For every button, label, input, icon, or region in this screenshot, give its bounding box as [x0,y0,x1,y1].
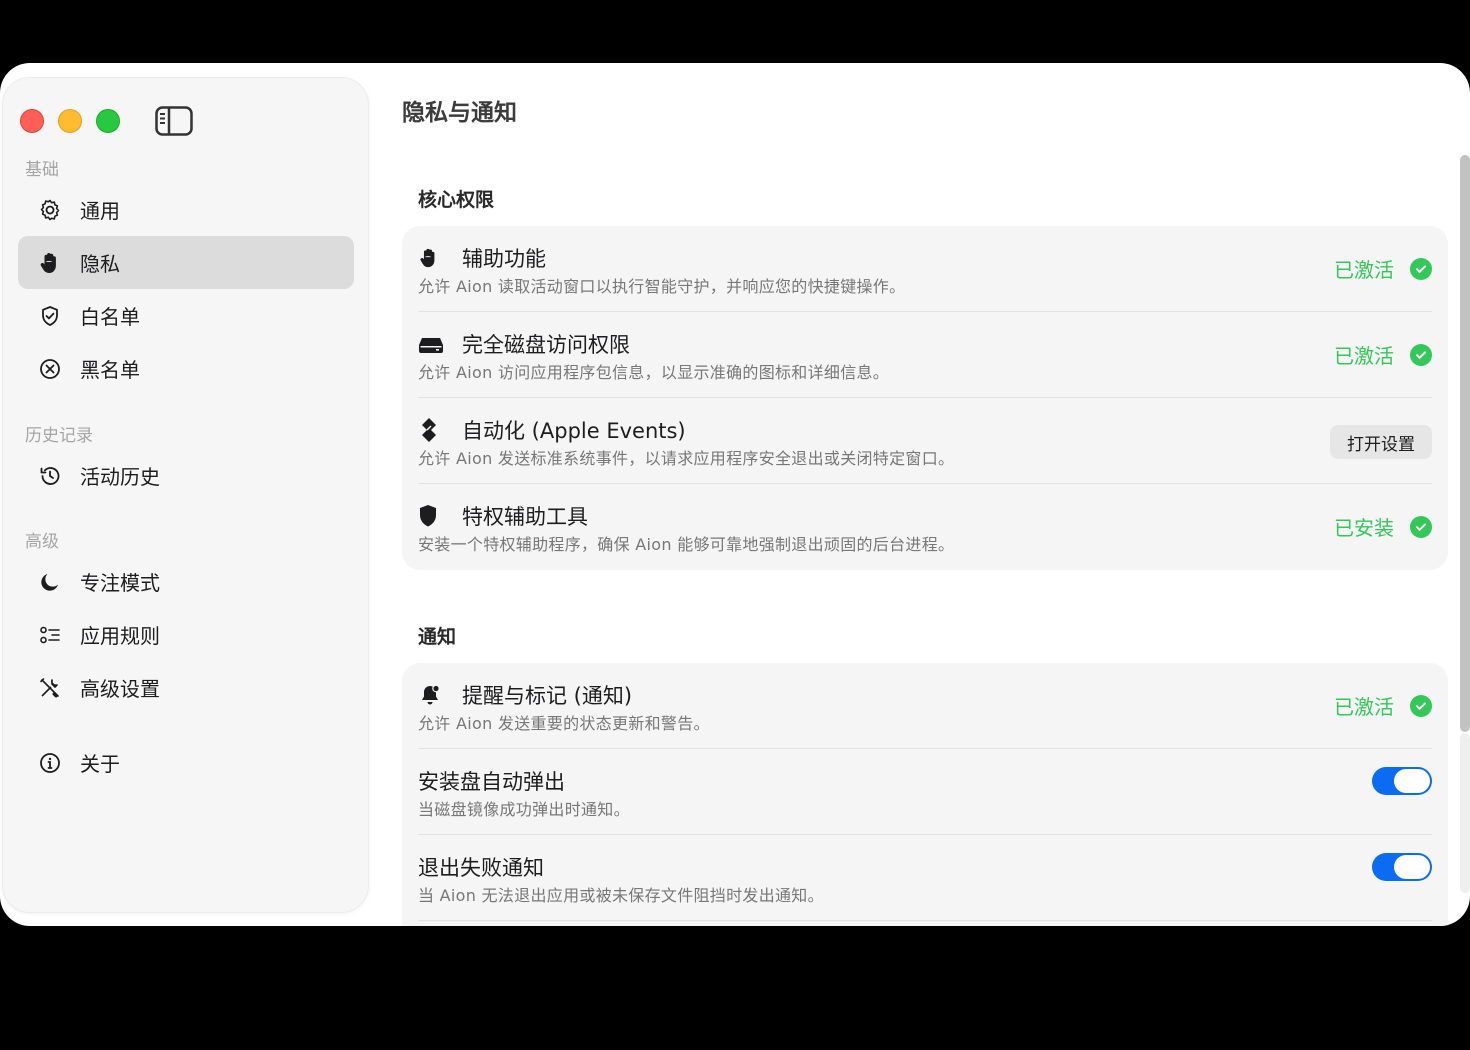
sidebar-item-label: 专注模式 [80,571,160,595]
sidebar-item-activity-history[interactable]: 活动历史 [18,449,354,502]
notification-row-quit-failure: 退出失败通知 当 Aion 无法退出应用或被未保存文件阻挡时发出通知。 [418,835,1432,921]
open-settings-button[interactable]: 打开设置 [1330,425,1432,459]
row-title: 辅助功能 [462,247,546,271]
scrollbar-thumb[interactable] [1460,155,1470,732]
list-checks-icon [38,623,62,647]
sidebar-item-label: 白名单 [80,305,140,329]
checkmark-icon [1410,257,1432,280]
sidebar-item-about[interactable]: 关于 [18,736,354,789]
status-badge: 已激活 [1334,691,1432,720]
hand-icon [418,244,446,272]
section-title-core: 核心权限 [418,189,495,211]
row-description: 允许 Aion 访问应用程序包信息，以显示准确的图标和详细信息。 [418,363,890,382]
core-permissions-card: 辅助功能 允许 Aion 读取活动窗口以执行智能守护，并响应您的快捷键操作。 已… [402,226,1448,570]
divider [418,920,1432,921]
status-text: 已激活 [1334,344,1394,368]
tools-icon [38,676,62,700]
zoom-window-button[interactable] [96,109,120,133]
sidebar-item-label: 高级设置 [80,677,160,701]
row-description: 允许 Aion 发送重要的状态更新和警告。 [418,714,710,733]
row-description: 当磁盘镜像成功弹出时通知。 [418,800,630,819]
row-description: 安装一个特权辅助程序，确保 Aion 能够可靠地强制退出顽固的后台进程。 [418,535,955,554]
notification-row-alerts: 提醒与标记 (通知) 允许 Aion 发送重要的状态更新和警告。 已激活 [418,663,1432,749]
permission-row-accessibility: 辅助功能 允许 Aion 读取活动窗口以执行智能守护，并响应您的快捷键操作。 已… [418,226,1432,312]
sidebar-item-app-rules[interactable]: 应用规则 [18,608,354,661]
sidebar-item-label: 通用 [80,199,120,223]
checkmark-icon [1410,694,1432,717]
checkmark-icon [1410,515,1432,538]
disk-eject-toggle[interactable] [1372,767,1432,795]
sidebar-item-general[interactable]: 通用 [18,183,354,236]
status-text: 已激活 [1334,695,1394,719]
sidebar-item-label: 应用规则 [80,624,160,648]
app-window: 基础 通用 隐私 白名单 黑名单 历史记录 活动历史 高级 专注模式 应用规则 … [0,63,1470,926]
sidebar-item-label: 黑名单 [80,358,140,382]
automation-icon [418,416,446,444]
close-window-button[interactable] [20,109,44,133]
status-text: 已安装 [1334,516,1394,540]
section-label-basic: 基础 [25,160,59,180]
page-title: 隐私与通知 [402,100,517,126]
row-description: 允许 Aion 读取活动窗口以执行智能守护，并响应您的快捷键操作。 [418,277,906,296]
row-description: 当 Aion 无法退出应用或被未保存文件阻挡时发出通知。 [418,886,824,905]
notification-row-disk-eject: 安装盘自动弹出 当磁盘镜像成功弹出时通知。 [418,749,1432,835]
status-badge: 已激活 [1334,254,1432,283]
sidebar-item-label: 关于 [80,752,120,776]
row-title: 自动化 (Apple Events) [462,419,686,443]
sidebar-item-focus-mode[interactable]: 专注模式 [18,555,354,608]
minimize-window-button[interactable] [58,109,82,133]
bell-badge-icon [418,681,446,709]
status-badge: 已安装 [1334,512,1432,541]
info-icon [38,751,62,775]
permission-row-privileged-helper: 特权辅助工具 安装一个特权辅助程序，确保 Aion 能够可靠地强制退出顽固的后台… [418,484,1432,570]
section-label-advanced: 高级 [25,532,59,552]
disk-icon [418,330,446,358]
hand-icon [38,251,62,275]
sidebar-item-blacklist[interactable]: 黑名单 [18,342,354,395]
section-title-notifications: 通知 [418,626,457,648]
section-label-history: 历史记录 [25,426,93,446]
status-text: 已激活 [1334,258,1394,282]
sidebar: 基础 通用 隐私 白名单 黑名单 历史记录 活动历史 高级 专注模式 应用规则 … [2,77,369,913]
row-title: 特权辅助工具 [462,505,588,529]
quit-failure-toggle[interactable] [1372,853,1432,881]
circle-x-icon [38,357,62,381]
gear-icon [38,198,62,222]
sidebar-toggle-icon[interactable] [155,106,193,136]
moon-icon [38,570,62,594]
shield-icon [418,502,446,530]
sidebar-item-label: 活动历史 [80,465,160,489]
history-icon [38,464,62,488]
checkmark-icon [1410,343,1432,366]
notifications-card: 提醒与标记 (通知) 允许 Aion 发送重要的状态更新和警告。 已激活 安装盘… [402,663,1448,926]
shield-check-icon [38,304,62,328]
sidebar-item-advanced-settings[interactable]: 高级设置 [18,661,354,714]
sidebar-item-whitelist[interactable]: 白名单 [18,289,354,342]
sidebar-item-privacy[interactable]: 隐私 [18,236,354,289]
row-title: 退出失败通知 [418,856,544,880]
row-title: 安装盘自动弹出 [418,770,565,794]
permission-row-full-disk-access: 完全磁盘访问权限 允许 Aion 访问应用程序包信息，以显示准确的图标和详细信息… [418,312,1432,398]
sidebar-item-label: 隐私 [80,252,120,276]
permission-row-automation: 自动化 (Apple Events) 允许 Aion 发送标准系统事件，以请求应… [418,398,1432,484]
scrollbar-track[interactable] [1460,733,1470,893]
status-badge: 已激活 [1334,340,1432,369]
row-title: 提醒与标记 (通知) [462,684,633,708]
row-title: 完全磁盘访问权限 [462,333,630,357]
row-description: 允许 Aion 发送标准系统事件，以请求应用程序安全退出或关闭特定窗口。 [418,449,955,468]
